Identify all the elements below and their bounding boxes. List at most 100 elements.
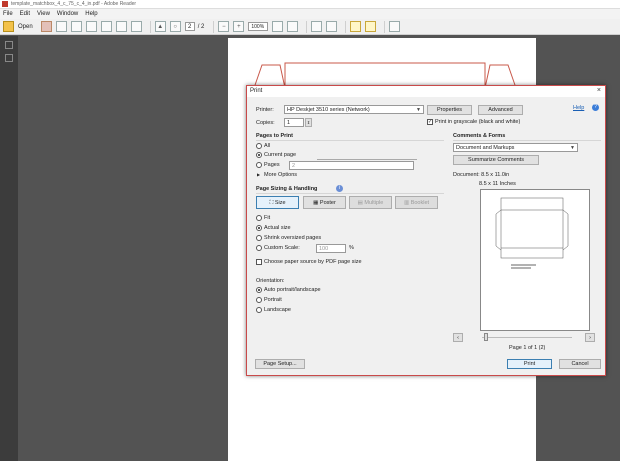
landscape-label: Landscape [264, 307, 291, 313]
open-button[interactable]: Open [18, 24, 33, 30]
help-link[interactable]: Help [573, 105, 584, 111]
create-pdf-icon[interactable] [40, 21, 52, 32]
previous-page-button[interactable]: ‹ [453, 333, 463, 342]
paper-source-checkbox[interactable] [256, 259, 262, 265]
expand-arrow-icon[interactable]: ▶ [257, 172, 260, 177]
open-folder-icon[interactable] [3, 21, 14, 32]
custom-scale-input[interactable]: 100 [316, 244, 346, 253]
properties-button[interactable]: Properties [427, 105, 472, 115]
page-down-icon[interactable]: ○ [169, 21, 181, 32]
preview-drawing [495, 197, 569, 269]
booklet-label: Booklet [410, 200, 430, 206]
comments-value: Document and Markups [456, 145, 515, 151]
pages-label: Pages [264, 162, 280, 168]
page-setup-button[interactable]: Page Setup... [255, 359, 305, 369]
custom-scale-radio[interactable] [256, 245, 262, 251]
edit-icon[interactable] [55, 21, 67, 32]
menu-window[interactable]: Window [57, 11, 78, 17]
zoom-out-icon[interactable]: − [218, 21, 230, 32]
custom-scale-label: Custom Scale: [264, 245, 300, 251]
toolbar: Open ▲ ○ 2 / 2 − + 100% [0, 19, 620, 35]
poster-button[interactable]: ▦ Poster [303, 196, 346, 209]
menu-file[interactable]: File [3, 11, 13, 17]
highlight-icon[interactable] [365, 21, 377, 32]
all-pages-radio[interactable] [256, 143, 262, 149]
comments-select[interactable]: Document and Markups ▼ [453, 143, 578, 152]
info-icon[interactable]: i [336, 185, 343, 192]
printer-label: Printer: [256, 107, 274, 113]
size-button[interactable]: ⛶ Size [256, 196, 299, 209]
share-icon[interactable] [100, 21, 112, 32]
comments-forms-heading: Comments & Forms [453, 133, 506, 139]
menu-view[interactable]: View [37, 11, 50, 17]
dialog-title: Print [250, 88, 263, 94]
auto-orientation-radio[interactable] [256, 287, 262, 293]
adobe-reader-icon [2, 1, 8, 7]
page-range-slider[interactable] [317, 159, 417, 160]
copies-stepper[interactable]: ⇕ [305, 118, 312, 127]
paper-size: 8.5 x 11 Inches [479, 181, 516, 187]
page-sizing-heading: Page Sizing & Handling [256, 186, 318, 192]
portrait-radio[interactable] [256, 297, 262, 303]
fit-page-icon[interactable] [272, 21, 284, 32]
fit-width-icon[interactable] [287, 21, 299, 32]
read-mode-icon[interactable] [326, 21, 338, 32]
page-up-icon[interactable]: ▲ [154, 21, 166, 32]
shrink-radio[interactable] [256, 235, 262, 241]
poster-label: Poster [319, 200, 336, 206]
portrait-label: Portrait [264, 297, 282, 303]
current-page-radio[interactable] [256, 152, 262, 158]
email-icon[interactable] [130, 21, 142, 32]
fit-window-icon[interactable] [311, 21, 323, 32]
save-icon[interactable] [70, 21, 82, 32]
advanced-button[interactable]: Advanced [478, 105, 523, 115]
printer-value: HP Deskjet 3510 series (Network) [287, 107, 370, 113]
menu-bar: File Edit View Window Help [0, 9, 620, 19]
close-icon[interactable]: × [597, 87, 601, 94]
fit-radio[interactable] [256, 215, 262, 221]
left-navigation-panel [0, 36, 18, 461]
sign-icon[interactable] [389, 21, 401, 32]
print-dialog: Print × Printer: HP Deskjet 3510 series … [246, 85, 606, 376]
menu-help[interactable]: Help [85, 11, 97, 17]
preview-page-slider[interactable] [482, 337, 572, 338]
booklet-button[interactable]: ▥ Booklet [395, 196, 438, 209]
grayscale-checkbox[interactable]: ✓ [427, 119, 433, 125]
page-number-input[interactable]: 2 [184, 22, 195, 31]
document-size: Document: 8.5 x 11.0in [453, 172, 510, 178]
grayscale-label: Print in grayscale (black and white) [435, 119, 521, 125]
cancel-button[interactable]: Cancel [559, 359, 601, 369]
preview-slider-thumb[interactable] [484, 333, 488, 341]
multiple-button[interactable]: ▤ Multiple [349, 196, 392, 209]
zoom-in-icon[interactable]: + [233, 21, 245, 32]
multiple-label: Multiple [364, 200, 384, 206]
zoom-select[interactable]: 100% [248, 22, 269, 31]
actual-size-radio[interactable] [256, 225, 262, 231]
copies-label: Copies: [256, 120, 275, 126]
print-preview [480, 189, 590, 331]
summarize-comments-button[interactable]: Summarize Comments [453, 155, 539, 165]
landscape-radio[interactable] [256, 307, 262, 313]
menu-edit[interactable]: Edit [20, 11, 30, 17]
toolbar-divider [384, 20, 386, 33]
print-button[interactable]: Print [507, 359, 552, 369]
printer-select[interactable]: HP Deskjet 3510 series (Network) ▼ [284, 105, 424, 114]
cloud-icon[interactable] [85, 21, 97, 32]
pages-radio[interactable] [256, 162, 262, 168]
all-pages-label: All [264, 143, 271, 149]
next-page-button[interactable]: › [585, 333, 595, 342]
page-thumbnails-icon[interactable] [5, 41, 13, 49]
more-options-toggle[interactable]: More Options [264, 172, 297, 178]
shrink-label: Shrink oversized pages [264, 235, 322, 241]
help-icon[interactable]: ? [592, 104, 599, 111]
pages-range-input[interactable]: 2 [289, 161, 414, 170]
print-icon[interactable] [115, 21, 127, 32]
percent-label: % [349, 245, 354, 251]
comment-icon[interactable] [350, 21, 362, 32]
attachments-icon[interactable] [5, 54, 13, 62]
pages-to-print-heading: Pages to Print [256, 133, 293, 139]
poster-icon: ▦ [313, 200, 320, 206]
toolbar-divider [306, 20, 308, 33]
copies-input[interactable]: 1 [284, 118, 304, 127]
page-total: / 2 [197, 23, 205, 30]
